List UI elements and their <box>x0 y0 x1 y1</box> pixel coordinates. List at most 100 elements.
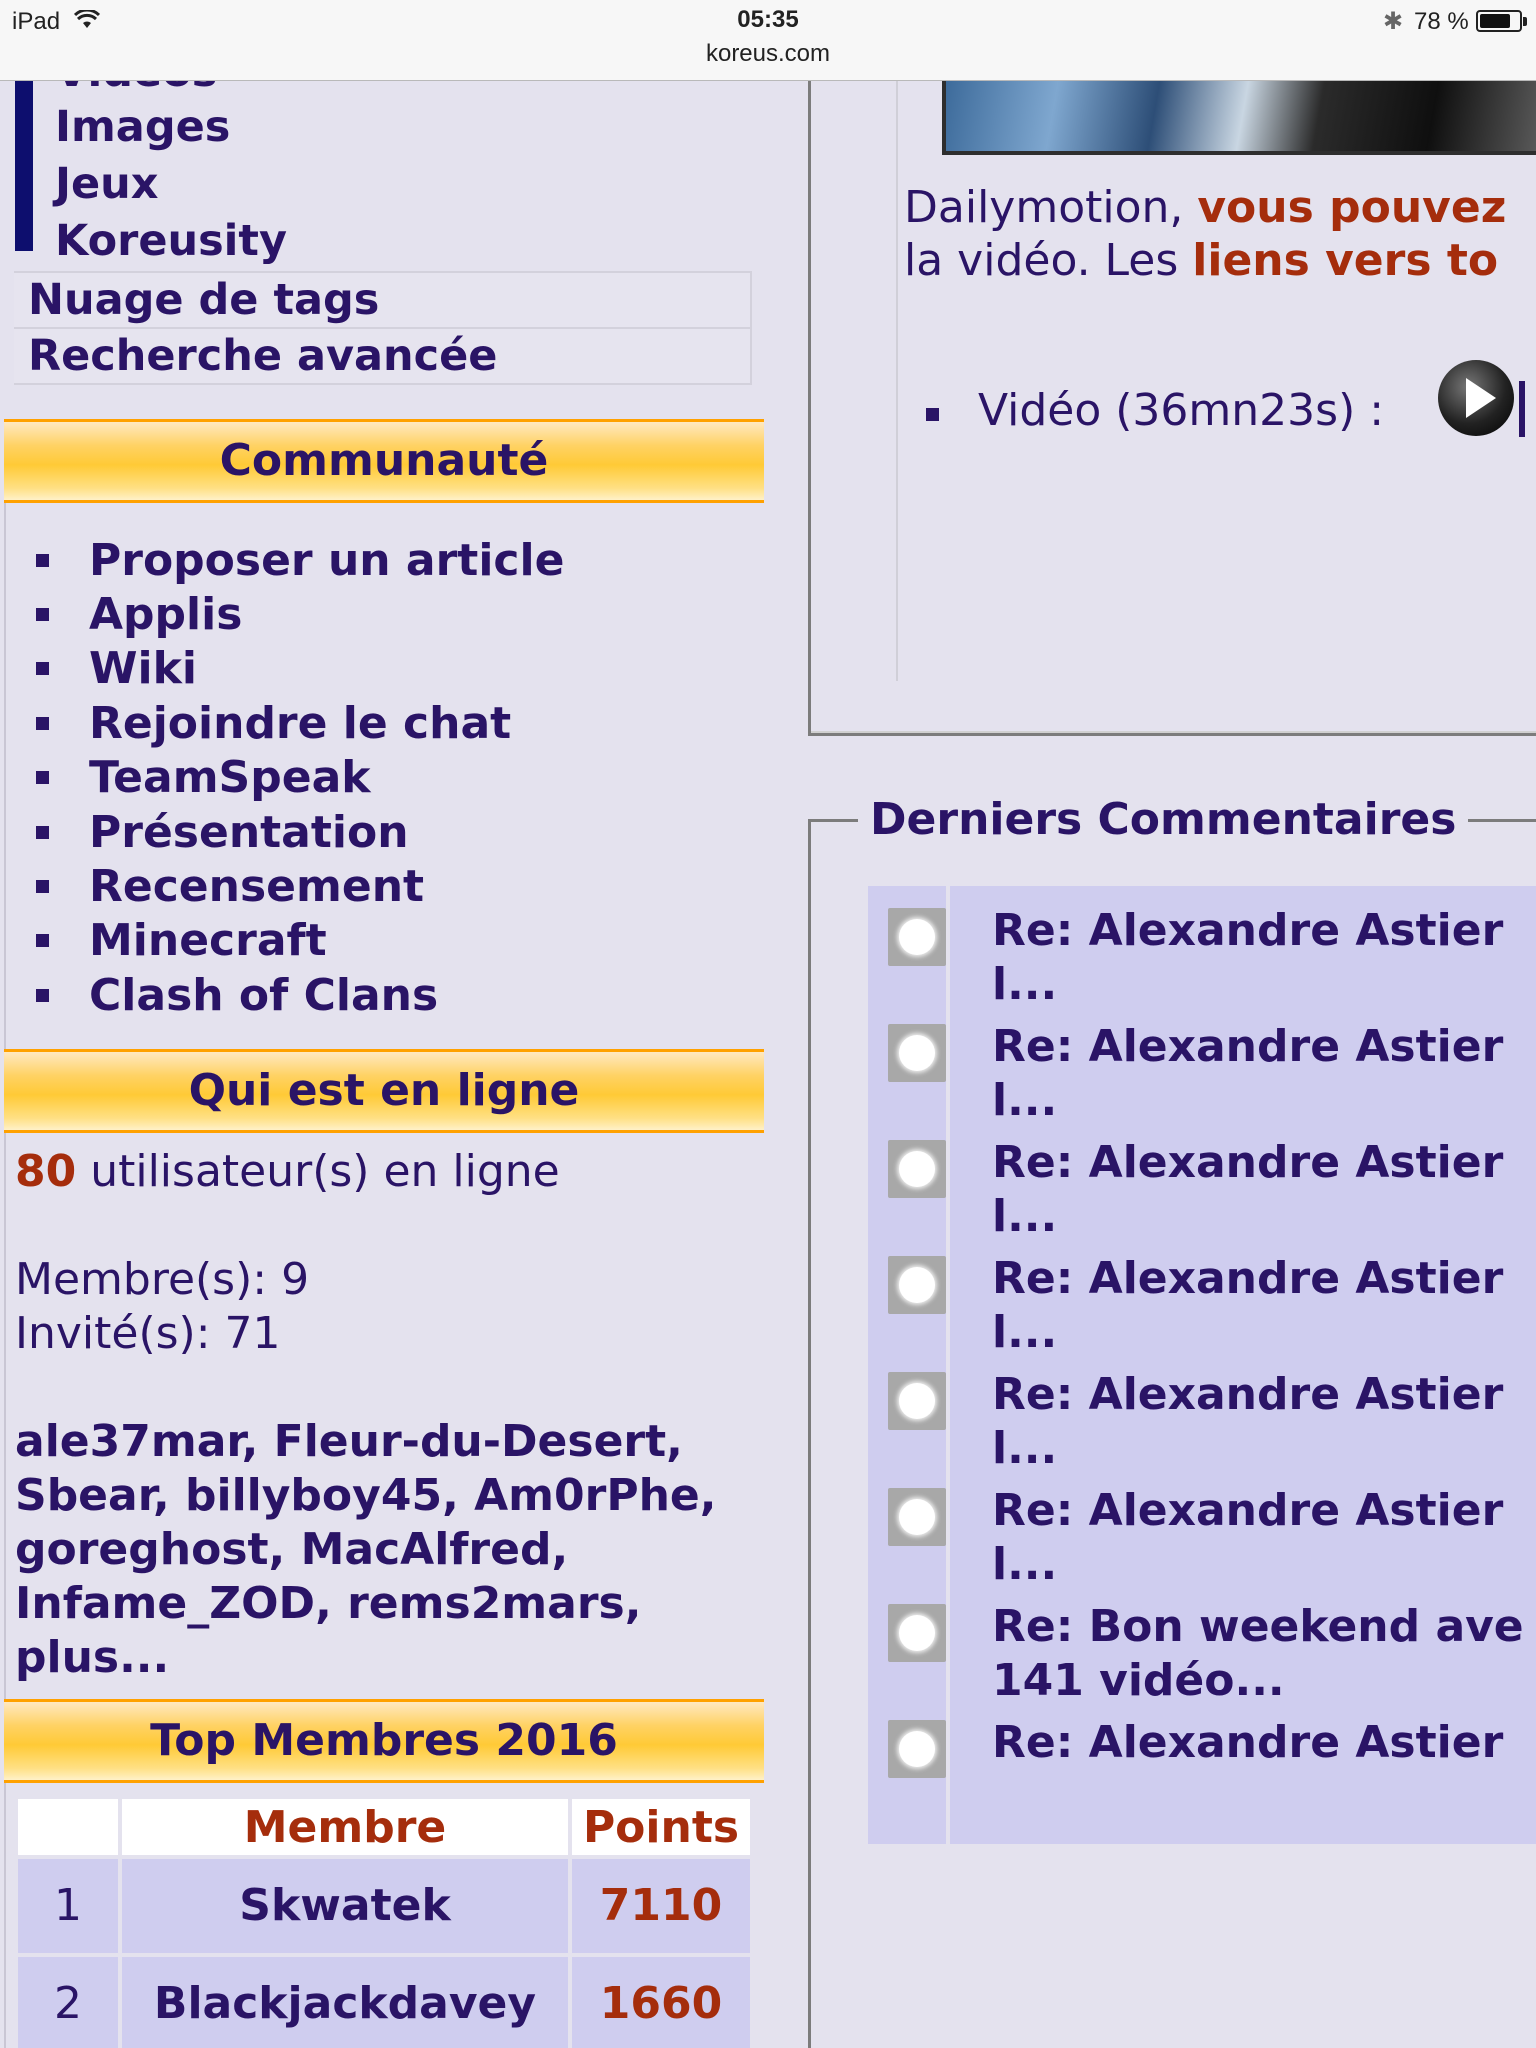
bullet-icon <box>36 934 49 947</box>
nav-item-label: Nuage de tags <box>28 275 380 325</box>
nav-item-videos[interactable]: Videos <box>55 81 217 97</box>
online-user-link[interactable]: billyboy45 <box>185 1470 442 1521</box>
community-link-chat[interactable]: Rejoindre le chat <box>89 697 511 751</box>
nav-item-label: Recherche avancée <box>28 331 498 381</box>
table-cell-rank: 1 <box>18 1859 118 1953</box>
bullet-icon <box>36 989 49 1002</box>
separator: , <box>152 1470 185 1521</box>
separator: , <box>241 1416 274 1467</box>
clock: 05:35 <box>737 6 799 33</box>
online-user-link[interactable]: rems2mars <box>347 1578 625 1629</box>
members-count: Membre(s): 9 <box>15 1254 310 1305</box>
battery-level <box>1480 14 1510 28</box>
panel-inner-border <box>896 81 898 681</box>
comment-link[interactable]: Re: Alexandre Astier l... <box>992 1252 1536 1360</box>
table-header-member: Membre <box>122 1799 568 1855</box>
comment-link[interactable]: Re: Alexandre Astier l... <box>992 1368 1536 1476</box>
comment-bullet-icon <box>888 908 946 966</box>
bullet-icon <box>36 826 49 839</box>
comment-link[interactable]: Re: Alexandre Astier l... <box>992 1020 1536 1128</box>
community-link-recensement[interactable]: Recensement <box>89 860 424 914</box>
nav-item-nuage-de-tags[interactable]: Nuage de tags <box>14 271 752 329</box>
community-link-wiki[interactable]: Wiki <box>89 642 197 696</box>
video-info-text: Dailymotion, <box>904 182 1198 233</box>
online-user-link[interactable]: Fleur-du-Desert <box>274 1416 666 1467</box>
sidebar: Videos Images Jeux Koreusity Nuage de ta… <box>0 81 766 2048</box>
table-cell-points: 7110 <box>572 1859 750 1953</box>
nav-item-jeux[interactable]: Jeux <box>55 159 159 209</box>
video-info-emphasis: liens vers to <box>1192 235 1499 286</box>
community-link-applis[interactable]: Applis <box>89 588 242 642</box>
table-cell-member[interactable]: Blackjackdavey <box>122 1957 568 2048</box>
divider <box>1519 381 1525 437</box>
separator: , <box>666 1416 683 1467</box>
online-users-more-link[interactable]: plus... <box>15 1632 169 1683</box>
video-info-line-1: Dailymotion, vous pouvez <box>904 181 1506 235</box>
separator: , <box>442 1470 475 1521</box>
guests-count: Invité(s): 71 <box>15 1308 281 1359</box>
comment-link[interactable]: Re: Alexandre Astier l... <box>992 1136 1536 1244</box>
table-header-rank <box>18 1799 118 1855</box>
bullet-icon <box>36 662 49 675</box>
play-icon[interactable] <box>1438 360 1514 436</box>
video-info-emphasis: vous pouvez <box>1197 182 1507 233</box>
url-bar[interactable]: koreus.com <box>0 40 1536 68</box>
separator: , <box>315 1578 348 1629</box>
online-count-suffix: utilisateur(s) en ligne <box>76 1146 560 1197</box>
comment-bullet-icon <box>888 1604 946 1662</box>
comment-link[interactable]: Re: Alexandre Astier <box>992 1716 1536 1770</box>
community-link-presentation[interactable]: Présentation <box>89 806 409 860</box>
status-bar: iPad 05:35 koreus.com ✱ 78 % <box>0 0 1536 81</box>
comments-title: Derniers Commentaires <box>858 794 1469 845</box>
comment-bullet-icon <box>888 1256 946 1314</box>
online-count: 80 <box>15 1146 77 1197</box>
comment-row: Re: Alexandre Astier <box>868 1698 1536 1844</box>
comment-link[interactable]: Re: Alexandre Astier l... <box>992 904 1536 1012</box>
battery-icon <box>1476 10 1522 32</box>
online-count-line: 80 utilisateur(s) en ligne <box>15 1146 560 1197</box>
separator: , <box>699 1470 717 1521</box>
online-user-link[interactable]: goreghost <box>15 1524 269 1575</box>
battery-nub <box>1523 17 1527 26</box>
comment-link[interactable]: Re: Alexandre Astier l... <box>992 1484 1536 1592</box>
bullet-icon <box>36 717 49 730</box>
separator: , <box>551 1524 569 1575</box>
sidebar-border <box>4 461 6 2048</box>
nav-item-koreusity[interactable]: Koreusity <box>55 216 287 266</box>
bullet-icon <box>36 608 49 621</box>
online-users: ale37mar, Fleur-du-Desert, Sbear, billyb… <box>15 1415 755 1685</box>
cell-divider <box>946 1698 950 1844</box>
separator: , <box>624 1578 642 1629</box>
top-members-header: Top Membres 2016 <box>4 1699 764 1783</box>
table-header-points: Points <box>572 1799 750 1855</box>
video-info-text: la vidéo. Les <box>904 235 1193 286</box>
online-user-link[interactable]: MacAlfred <box>301 1524 552 1575</box>
separator: , <box>268 1524 301 1575</box>
video-thumbnail[interactable] <box>942 81 1536 155</box>
video-info-line-2: la vidéo. Les liens vers to <box>904 234 1498 288</box>
bullet-icon <box>36 554 49 567</box>
community-link-proposer[interactable]: Proposer un article <box>89 534 564 588</box>
comment-bullet-icon <box>888 1140 946 1198</box>
online-user-link[interactable]: Am0rPhe <box>474 1470 700 1521</box>
table-cell-member[interactable]: Skwatek <box>122 1859 568 1953</box>
comment-bullet-icon <box>888 1024 946 1082</box>
nav-item-images[interactable]: Images <box>55 102 230 152</box>
table-cell-points: 1660 <box>572 1957 750 2048</box>
online-user-link[interactable]: Sbear <box>15 1470 153 1521</box>
community-link-teamspeak[interactable]: TeamSpeak <box>89 751 371 805</box>
bullet-icon <box>926 408 939 421</box>
bluetooth-icon: ✱ <box>1383 8 1404 35</box>
community-link-minecraft[interactable]: Minecraft <box>89 914 327 968</box>
community-link-clash[interactable]: Clash of Clans <box>89 969 438 1023</box>
online-user-link[interactable]: ale37mar <box>15 1416 242 1467</box>
online-user-link[interactable]: Infame_ZOD <box>15 1578 315 1629</box>
bullet-icon <box>36 880 49 893</box>
battery-percent: 78 % <box>1414 8 1469 35</box>
comment-link[interactable]: Re: Bon weekend ave 141 vidéo... <box>992 1600 1536 1708</box>
nav-item-recherche-avancee[interactable]: Recherche avancée <box>14 327 752 385</box>
online-header: Qui est en ligne <box>4 1049 764 1133</box>
comment-bullet-icon <box>888 1488 946 1546</box>
nav-indent-bar <box>15 81 33 251</box>
video-duration-label: Vidéo (36mn23s) : <box>978 385 1385 436</box>
